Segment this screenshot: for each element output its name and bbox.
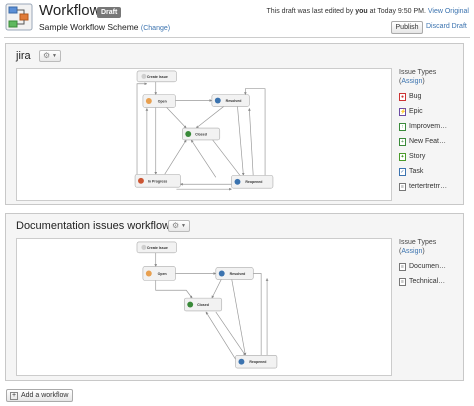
workflow-diagram-svg: Create Issue Open Resolved Closed In Pro [134, 70, 274, 191]
assign-link[interactable]: Assign [401, 78, 422, 85]
issue-type-label: tertertretrr… [409, 183, 448, 190]
issue-type-label: Documen… [409, 263, 446, 270]
scheme-name-text: Sample Workflow Scheme [39, 22, 139, 32]
issue-type-label: Bug [409, 93, 422, 100]
node-reopened: Reopened [235, 354, 278, 369]
issue-type-custom: ≡ tertertretrr… [399, 179, 463, 194]
documentation-icon: ≡ [399, 262, 406, 271]
draft-status: This draft was last edited by you at Tod… [267, 8, 470, 15]
node-closed: Closed [183, 297, 223, 312]
add-workflow-label: Add a workflow [21, 392, 69, 399]
issue-type-label: Improvem… [409, 123, 448, 130]
issue-types-heading: Issue Types [399, 239, 437, 246]
workflow-actions-button[interactable]: ⚙ ▼ [168, 220, 190, 232]
technical-task-icon: ≡ [399, 277, 406, 286]
view-original-link[interactable]: View Original [428, 8, 469, 15]
status-user: you [355, 8, 368, 15]
chevron-down-icon: ▼ [181, 223, 186, 229]
epic-icon: ⚡ [399, 107, 407, 116]
node-resolved: Resolved [211, 94, 250, 107]
issue-type-label: Epic [409, 108, 423, 115]
change-scheme-link[interactable]: (Change) [141, 25, 170, 32]
issue-type-label: Technical… [409, 278, 446, 285]
story-icon: ✦ [399, 152, 406, 161]
workflow-app-icon [5, 3, 33, 31]
plus-icon: + [10, 391, 18, 400]
discard-draft-link[interactable]: Discard Draft [426, 23, 467, 30]
issue-types-panel: Issue Types (Assign) ≡ Documen… ≡ Techni… [399, 238, 463, 289]
status-time: at Today 9:50 PM. [369, 8, 426, 15]
svg-text:Reopened: Reopened [249, 360, 266, 364]
node-create-issue: Create Issue [136, 70, 177, 83]
assign-line: (Assign) [399, 78, 425, 85]
issue-types-heading: Issue Types [399, 69, 437, 76]
issue-type-epic: ⚡ Epic [399, 104, 463, 119]
workflow-actions-button[interactable]: ⚙ ▼ [39, 50, 61, 62]
publish-button[interactable]: Publish [391, 21, 423, 34]
node-open: Open [142, 266, 176, 281]
svg-text:Closed: Closed [195, 132, 207, 136]
improvement-icon: ↑ [399, 122, 406, 131]
issue-types-panel: Issue Types (Assign) ● Bug ⚡ Epic ↑ Impr… [399, 68, 463, 194]
node-resolved: Resolved [215, 267, 254, 280]
workflow-diagram-svg: Create Issue Open Resolved Closed Reopen [136, 241, 278, 369]
issue-type-technical: ≡ Technical… [399, 274, 463, 289]
svg-text:Create Issue: Create Issue [147, 75, 168, 79]
assign-line: (Assign) [399, 248, 425, 255]
assign-link[interactable]: Assign [401, 248, 422, 255]
header-divider [4, 37, 470, 38]
workflow-diagram[interactable]: Create Issue Open Resolved Closed Reopen [16, 238, 392, 376]
workflow-panel-jira: jira ⚙ ▼ Create Issue Open Resolved Clos… [5, 43, 464, 205]
svg-text:Reopened: Reopened [245, 180, 262, 184]
issue-type-task: ✓ Task [399, 164, 463, 179]
draft-badge: Draft [97, 7, 122, 18]
node-open: Open [142, 94, 176, 108]
status-prefix: This draft was last edited by [266, 8, 354, 15]
add-workflow-button[interactable]: + Add a workflow [6, 389, 74, 402]
gear-icon: ⚙ [172, 221, 180, 230]
svg-text:Resolved: Resolved [226, 99, 242, 103]
workflow-panel-documentation: Documentation issues workflow ⚙ ▼ Create… [5, 213, 464, 381]
node-create-issue: Create Issue [136, 241, 177, 254]
issue-type-bug: ● Bug [399, 89, 463, 104]
svg-text:Resolved: Resolved [230, 272, 246, 276]
bug-icon: ● [399, 92, 406, 101]
issue-type-story: ✦ Story [399, 149, 463, 164]
generic-issue-icon: ≡ [399, 182, 406, 191]
issue-type-label: Task [409, 168, 424, 175]
scheme-name: Sample Workflow Scheme (Change) [39, 22, 170, 32]
issue-type-new-feature: + New Feat… [399, 134, 463, 149]
svg-text:Closed: Closed [197, 303, 209, 307]
gear-icon: ⚙ [43, 51, 51, 60]
new-feature-icon: + [399, 137, 406, 146]
svg-text:Create Issue: Create Issue [147, 246, 168, 250]
workflow-name: jira [16, 50, 31, 62]
node-closed: Closed [182, 127, 221, 141]
task-icon: ✓ [399, 167, 406, 176]
svg-text:In Progress: In Progress [148, 179, 167, 183]
workflow-diagram[interactable]: Create Issue Open Resolved Closed In Pro [16, 68, 392, 201]
svg-text:Open: Open [158, 272, 167, 276]
issue-type-label: New Feat… [409, 138, 446, 145]
workflow-name: Documentation issues workflow [16, 220, 171, 232]
chevron-down-icon: ▼ [52, 53, 57, 59]
node-reopened: Reopened [231, 175, 274, 189]
svg-text:Open: Open [158, 99, 167, 103]
node-in-progress: In Progress [134, 174, 181, 188]
issue-type-label: Story [409, 153, 426, 160]
issue-type-documentation: ≡ Documen… [399, 259, 463, 274]
issue-type-improvement: ↑ Improvem… [399, 119, 463, 134]
